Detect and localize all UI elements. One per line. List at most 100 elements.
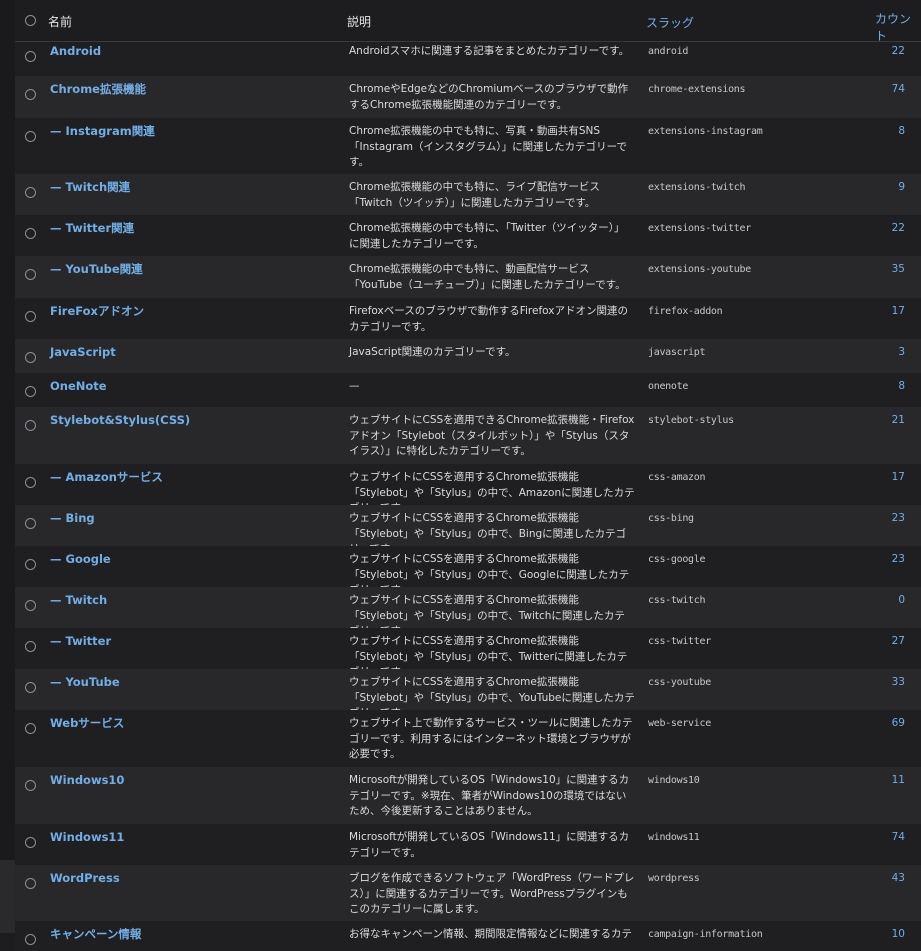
table-row: — Twitter ウェブサイトにCSSを適用するChrome拡張機能「Style… xyxy=(15,628,921,678)
category-count-link[interactable]: 22 xyxy=(892,221,905,236)
category-description: Chrome拡張機能の中でも特に、動画配信サービス「YouTube（ユーチューブ… xyxy=(349,263,626,291)
category-description: ブログを作成できるソフトウェア「WordPress（ワードプレス）」に関連するカ… xyxy=(349,872,635,915)
column-name-header[interactable]: 名前 xyxy=(48,13,72,30)
category-slug: chrome-extensions xyxy=(648,84,746,95)
row-checkbox[interactable] xyxy=(25,682,36,693)
category-description: — xyxy=(349,380,360,392)
category-count-link[interactable]: 74 xyxy=(892,82,905,97)
category-count-link[interactable]: 43 xyxy=(892,871,905,886)
category-slug: campaign-information xyxy=(648,929,763,940)
category-name-link[interactable]: — Amazonサービス xyxy=(50,470,163,485)
table-row: Android Androidスマホに関連する記事をまとめたカテゴリーです。 and… xyxy=(15,42,921,76)
category-name-link[interactable]: FireFoxアドオン xyxy=(50,304,144,319)
category-name-link[interactable]: — Google xyxy=(50,552,111,567)
category-slug: onenote xyxy=(648,381,689,392)
table-row: JavaScript JavaScript関連のカテゴリーです。 javascrip… xyxy=(15,339,921,373)
table-row: OneNote — onenote 8 xyxy=(15,373,921,407)
category-count-link[interactable]: 23 xyxy=(892,552,905,567)
category-count-link[interactable]: 69 xyxy=(892,716,905,731)
category-slug: web-service xyxy=(648,718,711,729)
category-name-link[interactable]: — Bing xyxy=(50,511,95,526)
category-count-link[interactable]: 9 xyxy=(898,180,905,195)
category-name-link[interactable]: Stylebot&Stylus(CSS) xyxy=(50,413,190,428)
row-checkbox[interactable] xyxy=(25,837,36,848)
category-name-link[interactable]: — YouTube関連 xyxy=(50,262,143,277)
table-header: 名前 説明 スラッグ カウント xyxy=(15,0,921,44)
row-checkbox[interactable] xyxy=(25,780,36,791)
category-count-link[interactable]: 0 xyxy=(898,593,905,608)
row-checkbox[interactable] xyxy=(25,386,36,397)
category-count-link[interactable]: 74 xyxy=(892,830,905,845)
column-count-header[interactable]: カウント xyxy=(875,10,921,44)
category-description: Chrome拡張機能の中でも特に、ライブ配信サービス「Twitch（ツイッチ）」… xyxy=(349,181,600,209)
category-count-link[interactable]: 23 xyxy=(892,511,905,526)
category-slug: windows10 xyxy=(648,775,700,786)
category-name-link[interactable]: Android xyxy=(50,44,101,59)
row-checkbox[interactable] xyxy=(25,559,36,570)
category-count-link[interactable]: 3 xyxy=(898,345,905,360)
category-slug: css-twitch xyxy=(648,595,706,606)
category-name-link[interactable]: — Twitch関連 xyxy=(50,180,130,195)
row-checkbox[interactable] xyxy=(25,723,36,734)
category-slug: stylebot-stylus xyxy=(648,415,734,426)
category-name-link[interactable]: Windows11 xyxy=(50,830,124,845)
table-row: — Twitch関連 Chrome拡張機能の中でも特に、ライブ配信サービス「Twi… xyxy=(15,174,921,215)
category-count-link[interactable]: 11 xyxy=(892,773,905,788)
category-count-link[interactable]: 33 xyxy=(892,675,905,690)
category-count-link[interactable]: 22 xyxy=(892,44,905,59)
category-name-link[interactable]: Chrome拡張機能 xyxy=(50,82,146,97)
row-checkbox[interactable] xyxy=(25,131,36,142)
column-slug-header[interactable]: スラッグ xyxy=(646,14,694,31)
row-checkbox[interactable] xyxy=(25,89,36,100)
category-count-link[interactable]: 10 xyxy=(892,927,905,942)
row-checkbox[interactable] xyxy=(25,51,36,62)
row-checkbox[interactable] xyxy=(25,934,36,945)
category-slug: javascript xyxy=(648,347,706,358)
category-name-link[interactable]: Webサービス xyxy=(50,716,124,731)
category-count-link[interactable]: 27 xyxy=(892,634,905,649)
row-checkbox[interactable] xyxy=(25,187,36,198)
row-checkbox[interactable] xyxy=(25,269,36,280)
category-name-link[interactable]: — YouTube xyxy=(50,675,120,690)
table-row: Webサービス ウェブサイト上で動作するサービス・ツールに関連したカテゴリーです。… xyxy=(15,710,921,767)
row-checkbox[interactable] xyxy=(25,420,36,431)
category-slug: css-google xyxy=(648,554,706,565)
category-slug: css-bing xyxy=(648,513,694,524)
category-name-link[interactable]: キャンペーン情報 xyxy=(50,927,141,942)
table-row: — Twitch ウェブサイトにCSSを適用するChrome拡張機能「Styleb… xyxy=(15,587,921,637)
select-all-checkbox[interactable] xyxy=(25,15,36,26)
category-name-link[interactable]: WordPress xyxy=(50,871,120,886)
category-count-link[interactable]: 17 xyxy=(892,304,905,319)
row-checkbox[interactable] xyxy=(25,352,36,363)
category-name-link[interactable]: Windows10 xyxy=(50,773,124,788)
category-description: Chrome拡張機能の中でも特に、「Twitter（ツイッター）」に関連したカテ… xyxy=(349,222,625,250)
row-checkbox[interactable] xyxy=(25,311,36,322)
category-name-link[interactable]: JavaScript xyxy=(50,345,116,360)
table-row: キャンペーン情報 お得なキャンペーン情報、期間限定情報などに関連するカテ campa… xyxy=(15,921,921,951)
category-name-link[interactable]: — Twitch xyxy=(50,593,107,608)
category-count-link[interactable]: 21 xyxy=(892,413,905,428)
category-count-link[interactable]: 17 xyxy=(892,470,905,485)
category-slug: css-twitter xyxy=(648,636,711,647)
row-checkbox[interactable] xyxy=(25,641,36,652)
category-name-link[interactable]: — Instagram関連 xyxy=(50,124,155,139)
category-count-link[interactable]: 35 xyxy=(892,262,905,277)
table-row: — Google ウェブサイトにCSSを適用するChrome拡張機能「Styleb… xyxy=(15,546,921,596)
category-count-link[interactable]: 8 xyxy=(898,379,905,394)
category-count-link[interactable]: 8 xyxy=(898,124,905,139)
category-description: Microsoftが開発しているOS「Windows10」に関連するカテゴリーで… xyxy=(349,774,630,817)
row-checkbox[interactable] xyxy=(25,518,36,529)
category-description: Microsoftが開発しているOS「Windows11」に関連するカテゴリーで… xyxy=(349,831,630,859)
table-row: — Twitter関連 Chrome拡張機能の中でも特に、「Twitter（ツイッ… xyxy=(15,215,921,256)
category-name-link[interactable]: OneNote xyxy=(50,379,107,394)
category-name-link[interactable]: — Twitter関連 xyxy=(50,221,134,236)
category-description: ChromeやEdgeなどのChromiumベースのブラウザで動作するChrom… xyxy=(349,83,629,111)
row-checkbox[interactable] xyxy=(25,600,36,611)
row-checkbox[interactable] xyxy=(25,477,36,488)
category-description: JavaScript関連のカテゴリーです。 xyxy=(349,346,516,358)
category-name-link[interactable]: — Twitter xyxy=(50,634,111,649)
row-checkbox[interactable] xyxy=(25,878,36,889)
category-slug: css-youtube xyxy=(648,677,711,688)
row-checkbox[interactable] xyxy=(25,228,36,239)
category-table: 名前 説明 スラッグ カウント Android Androidスマホに関連する記事… xyxy=(15,0,921,951)
